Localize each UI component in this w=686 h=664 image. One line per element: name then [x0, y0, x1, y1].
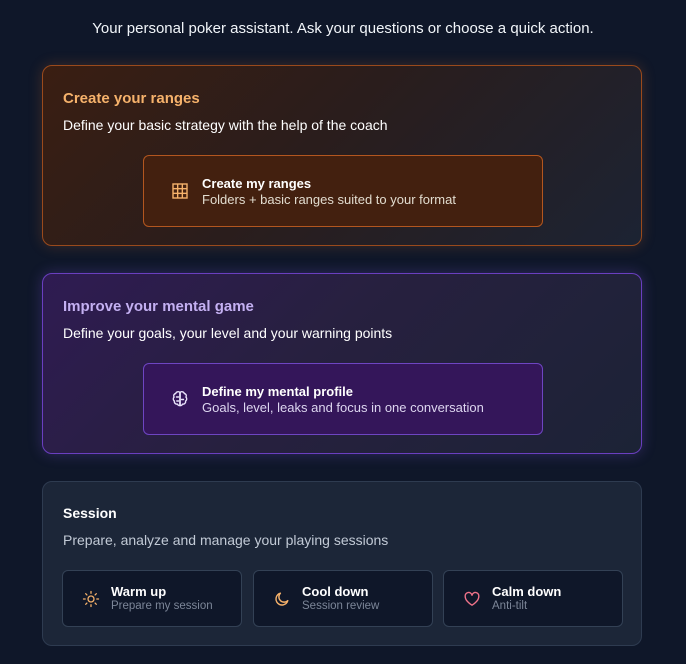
session-card-subtitle: Prepare, analyze and manage your playing…	[63, 532, 389, 548]
mental-card: Improve your mental game Define your goa…	[42, 273, 642, 454]
brain-icon	[170, 389, 190, 409]
calm-down-title: Calm down	[492, 584, 562, 599]
mental-card-title: Improve your mental game	[63, 298, 254, 315]
session-card-title: Session	[63, 505, 117, 521]
ranges-card: Create your ranges Define your basic str…	[42, 65, 642, 246]
create-ranges-button[interactable]: Create my ranges Folders + basic ranges …	[143, 155, 543, 227]
ranges-card-title: Create your ranges	[63, 90, 200, 107]
cool-down-description: Session review	[302, 600, 380, 612]
create-ranges-title: Create my ranges	[202, 176, 312, 191]
mental-card-subtitle: Define your goals, your level and your w…	[63, 325, 393, 341]
warm-up-description: Prepare my session	[111, 600, 213, 612]
warm-up-button[interactable]: Warm up Prepare my session	[62, 570, 242, 627]
cool-down-title: Cool down	[302, 584, 369, 599]
session-card: Session Prepare, analyze and manage your…	[42, 481, 642, 646]
calm-down-button[interactable]: Calm down Anti-tilt	[443, 570, 623, 627]
grid-icon	[170, 181, 190, 201]
define-mental-profile-title: Define my mental profile	[202, 384, 353, 399]
assistant-intro: Your personal poker assistant. Ask your …	[92, 20, 594, 37]
heart-icon	[463, 590, 481, 608]
define-mental-profile-description: Goals, level, leaks and focus in one con…	[202, 400, 484, 415]
moon-icon	[273, 590, 291, 608]
cool-down-button[interactable]: Cool down Session review	[253, 570, 433, 627]
ranges-card-subtitle: Define your basic strategy with the help…	[63, 117, 388, 133]
warm-up-title: Warm up	[111, 584, 167, 599]
calm-down-description: Anti-tilt	[492, 600, 528, 612]
sun-icon	[82, 590, 100, 608]
define-mental-profile-button[interactable]: Define my mental profile Goals, level, l…	[143, 363, 543, 435]
create-ranges-description: Folders + basic ranges suited to your fo…	[202, 192, 456, 207]
